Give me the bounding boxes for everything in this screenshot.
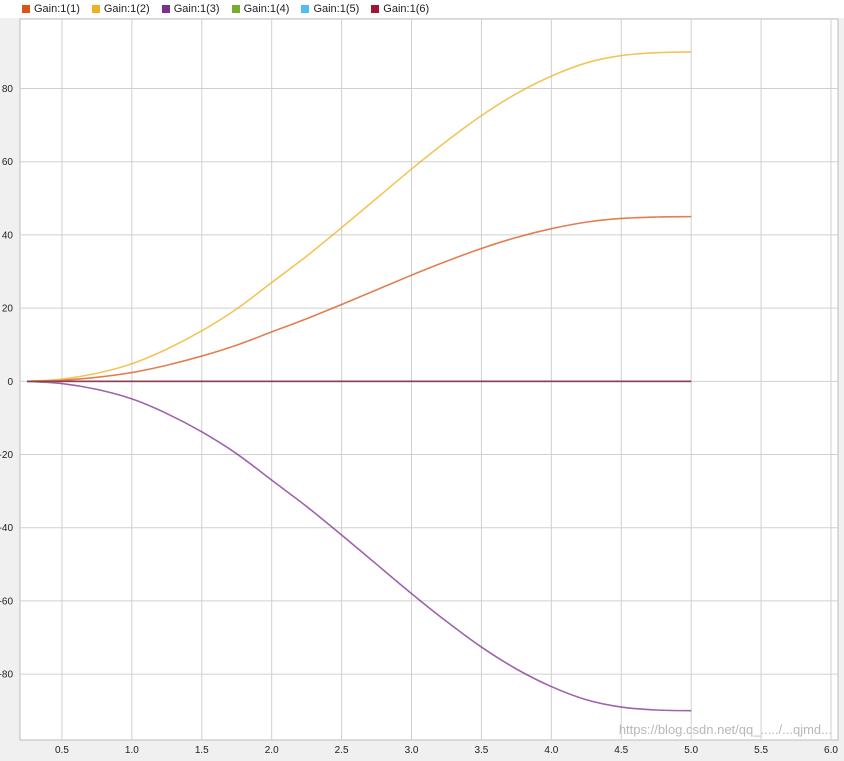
legend-label: Gain:1(2) [103,3,150,15]
y-tick-label: 40 [2,230,14,241]
legend-item[interactable]: Gain:1(6) [371,3,429,15]
y-tick-label: -40 [0,523,13,534]
legend-swatch [301,5,310,13]
x-tick-label: 5.5 [754,745,768,756]
legend-item[interactable]: Gain:1(4) [231,3,290,15]
legend-label: Gain:1(1) [34,3,80,15]
y-tick-label: 0 [7,377,13,388]
x-tick-label: 6.0 [824,745,838,756]
legend-swatch [22,5,30,13]
plot-area: 0.5 1.0 1.5 2.0 2.5 3.0 3.5 4.0 4.5 5.0 5.5 6.0 -80 -… [0,18,839,756]
watermark: https://blog.csdn.net/qq_...../...qjmd..… [619,722,832,737]
x-tick-label: 0.5 [55,745,69,756]
x-tick-label: 4.0 [544,745,558,756]
legend-item[interactable]: Gain:1(1) [22,3,80,15]
y-tick-label: 60 [2,157,14,168]
x-tick-label: 2.0 [265,745,279,756]
legend-label: Gain:1(5) [313,3,360,15]
y-tick-label: 20 [2,304,14,315]
x-tick-label: 1.0 [125,745,139,756]
legend-item[interactable]: Gain:1(5) [301,3,359,15]
legend-swatch [231,5,240,13]
legend-swatch [161,5,170,13]
y-tick-label: 80 [2,84,14,95]
y-tick-label: -20 [0,450,13,461]
y-tick-label: -80 [0,670,13,681]
x-tick-label: 3.0 [405,745,419,756]
legend-swatch [91,5,100,13]
legend-item[interactable]: Gain:1(2) [91,3,150,15]
x-tick-label: 3.5 [474,745,488,756]
x-tick-label: 5.0 [684,745,698,756]
legend: Gain:1(1) Gain:1(2) Gain:1(3) Gain:1(4) Gain… [0,0,844,18]
plot-background [19,18,839,741]
x-tick-label: 4.5 [614,745,628,756]
legend-label: Gain:1(6) [383,3,430,15]
legend-label: Gain:1(3) [173,3,220,15]
legend-label: Gain:1(4) [243,3,290,15]
legend-item[interactable]: Gain:1(3) [161,3,220,15]
x-tick-label: 1.5 [195,745,209,756]
y-tick-label: -60 [0,596,13,607]
legend-swatch [371,5,380,13]
x-tick-label: 2.5 [335,745,349,756]
